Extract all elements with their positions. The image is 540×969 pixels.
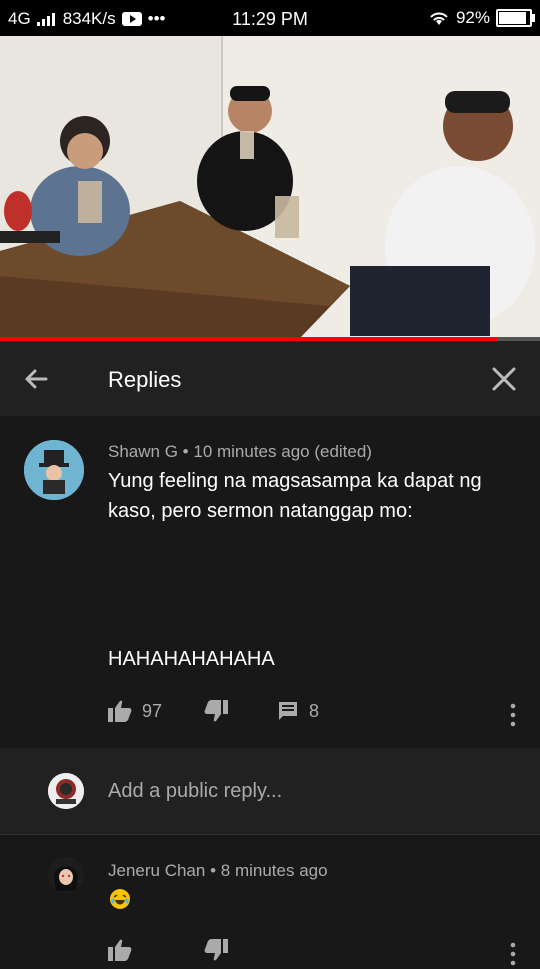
like-button[interactable] bbox=[108, 939, 132, 961]
add-reply-input[interactable]: Add a public reply... bbox=[108, 780, 282, 803]
thumbs-down-icon bbox=[204, 700, 228, 722]
reply-button[interactable]: 8 bbox=[277, 700, 319, 722]
reply-item: Jeneru Chan • 8 minutes ago bbox=[0, 835, 540, 966]
status-right: 92% bbox=[428, 8, 535, 28]
video-frame bbox=[0, 36, 540, 338]
meta-separator: • bbox=[210, 861, 221, 880]
video-player[interactable] bbox=[0, 36, 540, 338]
dislike-button[interactable] bbox=[204, 700, 228, 722]
thumbs-up-icon bbox=[108, 700, 132, 722]
wifi-icon bbox=[430, 12, 448, 25]
reply-icon bbox=[279, 702, 297, 720]
like-button[interactable]: 97 bbox=[108, 700, 162, 722]
thumbs-up-icon bbox=[108, 939, 132, 961]
add-reply-bar[interactable]: Add a public reply... bbox=[0, 748, 540, 835]
comment-author[interactable]: Shawn G bbox=[108, 442, 178, 461]
status-bar: 4G 834K/s ••• 11:29 PM 92% bbox=[0, 0, 540, 36]
avatar[interactable] bbox=[48, 857, 84, 893]
close-icon[interactable] bbox=[490, 365, 518, 393]
reply-count: 8 bbox=[309, 700, 320, 721]
avatar bbox=[48, 773, 84, 809]
back-arrow-icon[interactable] bbox=[20, 363, 52, 395]
main-comment: Shawn G • 10 minutes ago (edited) Yung f… bbox=[0, 416, 540, 748]
reply-actions bbox=[0, 939, 540, 969]
reply-meta: Jeneru Chan • 8 minutes ago bbox=[108, 861, 328, 881]
avatar[interactable] bbox=[24, 440, 84, 500]
battery-percent: 92% bbox=[455, 8, 490, 27]
replies-header: Replies bbox=[0, 341, 540, 417]
battery-icon bbox=[496, 9, 535, 27]
comment-actions: 97 8 bbox=[0, 700, 540, 730]
emoji-icon bbox=[110, 889, 130, 909]
thumbs-down-icon bbox=[204, 939, 228, 961]
more-vert-icon[interactable] bbox=[510, 942, 516, 966]
like-count: 97 bbox=[142, 700, 163, 721]
replies-title: Replies bbox=[108, 367, 182, 392]
meta-separator: • bbox=[182, 442, 194, 461]
more-vert-icon[interactable] bbox=[510, 703, 516, 727]
comment-text: Yung feeling na magsasampa ka dapat ng k… bbox=[108, 470, 482, 522]
comment-time: 10 minutes ago (edited) bbox=[193, 442, 372, 461]
dislike-button[interactable] bbox=[204, 939, 228, 961]
comment-meta: Shawn G • 10 minutes ago (edited) bbox=[108, 442, 372, 462]
reply-time: 8 minutes ago bbox=[220, 861, 328, 880]
comment-text-laugh: HAHAHAHAHAHA bbox=[108, 648, 275, 670]
reply-author[interactable]: Jeneru Chan bbox=[108, 861, 205, 880]
